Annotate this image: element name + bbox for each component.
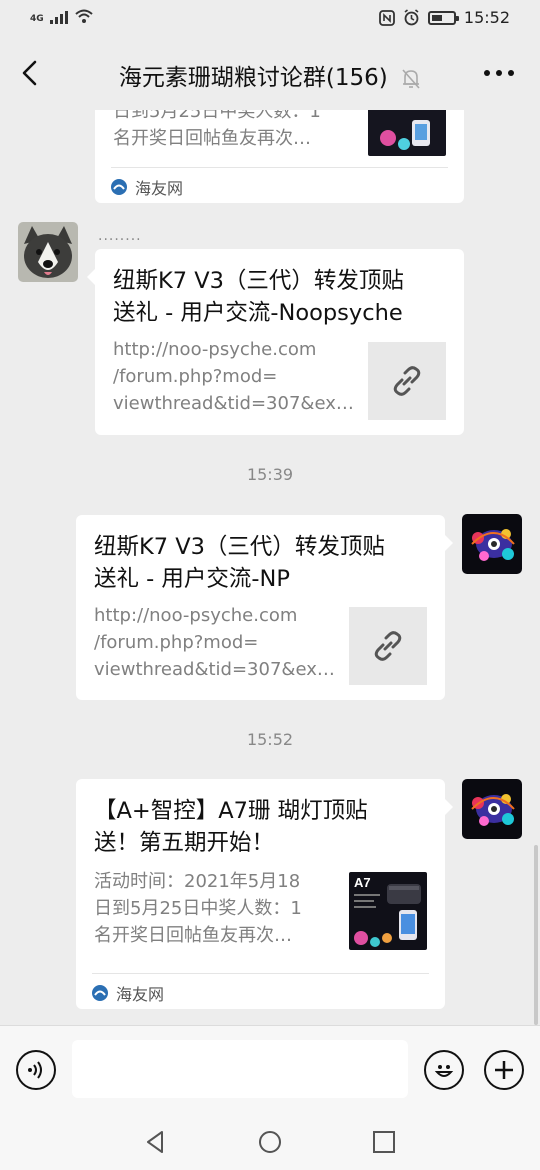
card-thumbnail [368, 110, 446, 156]
link-card[interactable]: 【A+智控】A7珊 瑚灯顶贴 送！第五期开始！ 活动时间：2021年5月18 日… [76, 779, 445, 1009]
card-title-line: 【A+智控】A7珊 瑚灯顶贴 [94, 798, 368, 824]
source-label: 海友网 [116, 985, 165, 1004]
chat-title-wrap: 海元素珊瑚粮讨论群(156) [0, 58, 540, 92]
system-nav-bar [0, 1115, 540, 1170]
card-desc-line: 名开奖日回帖鱼友再次… [113, 128, 311, 149]
card-thumbnail [368, 342, 446, 420]
status-right: 15:52 [378, 8, 510, 27]
card-desc-line: viewthread&tid=307&ex… [94, 659, 335, 680]
link-icon [374, 631, 402, 661]
card-title-line: 纽斯K7 V3（三代）转发顶贴 [113, 268, 404, 294]
message-input[interactable] [72, 1040, 408, 1098]
signal-icon [49, 10, 68, 24]
card-title-line: 送礼 - 用户交流-NP [94, 566, 290, 592]
circle-home-icon[interactable] [256, 1128, 284, 1156]
triangle-back-icon[interactable] [142, 1128, 170, 1156]
link-card[interactable]: 纽斯K7 V3（三代）转发顶贴 送礼 - 用户交流-NP http://noo-… [76, 515, 445, 700]
card-desc-line: 名开奖日回帖鱼友再次… [94, 925, 292, 946]
card-desc-line: 活动时间：2021年5月18 [94, 871, 301, 892]
square-recents-icon[interactable] [370, 1128, 398, 1156]
card-title-line: 送礼 - 用户交流-Noopsyche [113, 300, 403, 326]
avatar[interactable] [18, 222, 78, 282]
status-left: 4G [30, 8, 94, 24]
chat-area[interactable]: 日到5月25日中奖人数：1 名开奖日回帖鱼友再次… 海友网 ........ 纽… [0, 110, 540, 1025]
card-desc-line: viewthread&tid=307&ex… [113, 393, 354, 414]
link-icon [393, 366, 421, 396]
plus-icon [495, 1061, 513, 1079]
chat-scrollbar[interactable] [534, 845, 538, 1025]
avatar[interactable] [462, 514, 522, 574]
voice-icon [28, 1061, 42, 1079]
source-logo-icon [92, 985, 108, 1001]
card-desc-line: http://noo-psyche.com [113, 339, 317, 360]
bubble-tail [445, 799, 453, 815]
avatar[interactable] [462, 779, 522, 839]
chat-header: 海元素珊瑚粮讨论群(156) [0, 38, 540, 110]
card-thumbnail: A7 [349, 872, 427, 950]
card-source: 海友网 [92, 973, 429, 1009]
card-thumbnail [349, 607, 427, 685]
clock: 15:52 [463, 8, 510, 27]
card-desc-line: 日到5月25日中奖人数：1 [94, 898, 302, 919]
card-desc-line: http://noo-psyche.com [94, 605, 298, 626]
battery-icon [427, 10, 459, 25]
input-bar [0, 1025, 540, 1115]
card-desc-line: 日到5月25日中奖人数：1 [113, 110, 321, 122]
sender-name: ........ [98, 228, 142, 244]
emoji-button[interactable] [424, 1050, 464, 1090]
card-source: 海友网 [111, 167, 448, 203]
timestamp: 15:52 [246, 730, 294, 749]
emoji-icon [434, 1065, 454, 1077]
link-card[interactable]: 纽斯K7 V3（三代）转发顶贴 送礼 - 用户交流-Noopsyche http… [95, 249, 464, 435]
link-card[interactable]: 日到5月25日中奖人数：1 名开奖日回帖鱼友再次… 海友网 [95, 110, 464, 203]
card-title-line: 纽斯K7 V3（三代）转发顶贴 [94, 534, 385, 560]
card-desc-line: /forum.php?mod= [113, 366, 278, 387]
bubble-tail [445, 535, 453, 551]
bell-off-icon [402, 68, 420, 89]
bubble-tail [87, 269, 95, 285]
plus-button[interactable] [484, 1050, 524, 1090]
card-title-line: 送！第五期开始！ [94, 830, 275, 856]
alarm-icon [404, 9, 419, 26]
voice-button[interactable] [16, 1050, 56, 1090]
card-desc-line: /forum.php?mod= [94, 632, 259, 653]
network-type: 4G [30, 14, 44, 24]
chat-title: 海元素珊瑚粮讨论群(156) [118, 65, 388, 91]
more-dots-icon[interactable] [484, 70, 514, 76]
wifi-icon [74, 9, 93, 23]
source-label: 海友网 [135, 179, 184, 198]
nfc-icon [378, 9, 395, 26]
timestamp: 15:39 [246, 465, 294, 484]
status-bar: 4G 15:52 [0, 0, 540, 38]
source-logo-icon [111, 179, 127, 195]
